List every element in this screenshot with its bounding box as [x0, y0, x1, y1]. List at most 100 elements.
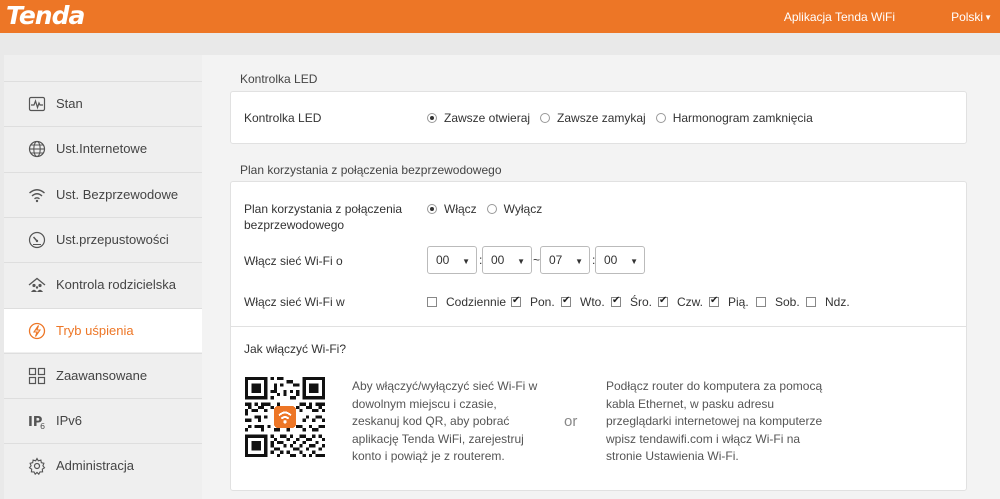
wifi-days-label: Włącz sieć Wi-Fi w [244, 295, 345, 309]
day-label: Pią. [728, 295, 749, 309]
sidebar-item-wireless[interactable]: Ust. Bezprzewodowe [4, 172, 202, 216]
radio[interactable] [486, 204, 497, 214]
checkbox[interactable] [427, 297, 437, 307]
day-checkbox-daily[interactable]: Codziennie [427, 295, 506, 309]
sidebar: Stan Ust.Internetowe Ust. Bezprzewodowe … [4, 55, 202, 499]
day-label: Sob. [775, 295, 800, 309]
range-separator: ~ [533, 253, 541, 267]
wifi-schedule-enable-label: Plan korzystania z połączenia bezprzewod… [244, 202, 403, 232]
day-checkbox-mon[interactable]: Pon. [511, 295, 555, 309]
day-label: Pon. [530, 295, 555, 309]
radio-selected[interactable] [427, 204, 437, 214]
wifi-schedule-radio-group: Włącz Wyłącz [427, 202, 552, 216]
sidebar-item-bandwidth[interactable]: Ust.przepustowości [4, 217, 202, 261]
day-checkbox-wed[interactable]: Śro. [611, 295, 652, 309]
qr-code-image [245, 377, 325, 457]
wifi-time-label: Włącz sieć Wi-Fi o [244, 254, 343, 268]
day-checkbox-tue[interactable]: Wto. [561, 295, 605, 309]
led-option-label: Zawsze zamykaj [557, 111, 646, 125]
end-hour-select[interactable]: 07 ▼ [540, 246, 590, 274]
ipv6-icon: IP 6 [28, 412, 46, 430]
select-arrow-icon: ▼ [575, 257, 583, 266]
end-minute-value: 00 [604, 253, 618, 267]
grid-icon [28, 367, 46, 385]
start-hour-select[interactable]: 00 ▼ [427, 246, 477, 274]
select-arrow-icon: ▼ [630, 257, 638, 266]
checkbox-checked[interactable] [511, 295, 521, 307]
radio[interactable] [655, 113, 666, 123]
led-option-label: Zawsze otwieraj [444, 111, 531, 125]
day-checkbox-sat[interactable]: Sob. [756, 295, 800, 309]
checkbox-checked[interactable] [658, 295, 668, 307]
sidebar-item-stan[interactable]: Stan [4, 81, 202, 125]
select-arrow-icon: ▼ [517, 257, 525, 266]
led-label: Kontrolka LED [244, 111, 322, 125]
howto-pc-text: Podłącz router do komputera za pomocą ka… [606, 379, 823, 463]
sidebar-item-label: Administracja [56, 458, 135, 473]
led-option-always-off[interactable]: Zawsze zamykaj [540, 111, 646, 125]
day-label: Codziennie [446, 295, 507, 309]
radio[interactable] [540, 113, 551, 123]
sidebar-item-parental[interactable]: Kontrola rodzicielska [4, 262, 202, 306]
sidebar-item-label: Ust. Bezprzewodowe [56, 187, 179, 202]
family-icon [28, 276, 46, 294]
sidebar-item-label: Zaawansowane [56, 368, 148, 383]
app-link[interactable]: Aplikacja Tenda WiFi [784, 10, 895, 24]
wifi-icon [28, 186, 46, 204]
sidebar-item-label: Tryb uśpienia [56, 323, 134, 338]
day-checkbox-fri[interactable]: Pią. [709, 295, 749, 309]
sidebar-item-advanced[interactable]: Zaawansowane [4, 353, 202, 397]
day-label: Ndz. [825, 295, 850, 309]
checkbox[interactable] [756, 297, 766, 307]
sidebar-item-admin[interactable]: Administracja [4, 443, 202, 487]
sidebar-item-label: Kontrola rodzicielska [56, 277, 176, 292]
day-label: Śro. [630, 295, 653, 309]
end-hour-value: 07 [549, 253, 563, 267]
start-minute-value: 00 [491, 253, 505, 267]
howto-card: Jak włączyć Wi-Fi? Aby włączyć/wyłączyć … [230, 326, 967, 491]
status-icon [28, 95, 46, 113]
led-option-label: Harmonogram zamknięcia [672, 111, 813, 125]
radio-selected[interactable] [427, 113, 437, 123]
end-minute-select[interactable]: 00 ▼ [595, 246, 645, 274]
howto-title: Jak włączyć Wi-Fi? [244, 342, 347, 356]
day-checkbox-thu[interactable]: Czw. [658, 295, 703, 309]
checkbox-checked[interactable] [561, 295, 571, 307]
gauge-icon [28, 231, 46, 249]
select-arrow-icon: ▼ [462, 257, 470, 266]
sidebar-item-label: Ust.przepustowości [56, 232, 169, 247]
led-radio-group: Zawsze otwieraj Zawsze zamykaj Harmonogr… [427, 111, 823, 125]
howto-app-text: Aby włączyć/wyłączyć sieć Wi-Fi w dowoln… [352, 379, 538, 463]
start-minute-select[interactable]: 00 ▼ [482, 246, 532, 274]
sleep-icon [28, 322, 46, 340]
led-section-title: Kontrolka LED [240, 72, 318, 86]
main-content: Kontrolka LED Kontrolka LED Zawsze otwie… [202, 55, 1000, 499]
language-selector[interactable]: Polski▼ [951, 10, 992, 24]
sidebar-item-sleep[interactable]: Tryb uśpienia [4, 308, 202, 352]
enable-option-label: Włącz [444, 202, 477, 216]
checkbox[interactable] [806, 297, 816, 307]
sidebar-item-label: Stan [56, 96, 83, 111]
day-checkbox-sun[interactable]: Ndz. [806, 295, 850, 309]
language-label: Polski [951, 10, 984, 24]
wifi-schedule-enable-option[interactable]: Włącz [427, 202, 477, 216]
howto-or: or [564, 413, 578, 430]
enable-option-label: Wyłącz [503, 202, 543, 216]
sidebar-item-label: Ust.Internetowe [56, 141, 148, 156]
day-label: Czw. [677, 295, 704, 309]
top-bar: Tenda Aplikacja Tenda WiFi Polski▼ [0, 0, 1000, 33]
wifi-schedule-card: Plan korzystania z połączenia bezprzewod… [230, 181, 967, 326]
svg-text:6: 6 [40, 422, 45, 430]
sidebar-item-label: IPv6 [56, 413, 83, 428]
checkbox-checked[interactable] [709, 295, 719, 307]
start-hour-value: 00 [436, 253, 450, 267]
led-option-always-on[interactable]: Zawsze otwieraj [427, 111, 530, 125]
day-label: Wto. [580, 295, 605, 309]
sidebar-item-ipv6[interactable]: IP 6 IPv6 [4, 398, 202, 442]
tenda-logo[interactable]: Tenda [6, 1, 85, 30]
sidebar-item-internet[interactable]: Ust.Internetowe [4, 126, 202, 170]
wifi-schedule-disable-option[interactable]: Wyłącz [486, 202, 543, 216]
led-option-schedule[interactable]: Harmonogram zamknięcia [655, 111, 813, 125]
led-card: Kontrolka LED Zawsze otwieraj Zawsze zam… [230, 91, 967, 144]
checkbox-checked[interactable] [611, 295, 621, 307]
